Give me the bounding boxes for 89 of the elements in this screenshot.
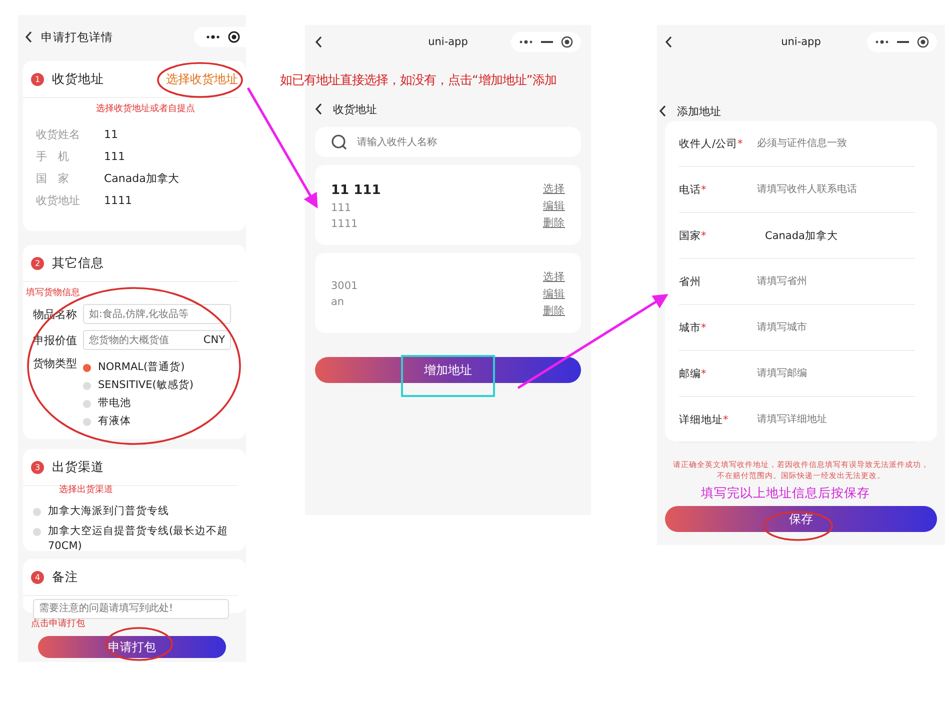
more-icon[interactable] [206,35,220,39]
field-value: 111 [104,150,125,162]
address-action-link[interactable]: 删除 [543,216,565,230]
annotation-note: 填写完以上地址信息后按保存 [701,485,871,502]
text-field[interactable]: 必须与证件信息一致 [757,138,915,149]
cargo-type-option[interactable]: 带电池 [83,396,194,411]
page-title: 添加地址 [677,104,721,118]
field-value: 1111 [104,194,132,206]
address-line: 1111 [331,218,359,230]
radio-icon[interactable] [33,528,41,536]
capsule-menu[interactable] [194,27,246,47]
search-input[interactable]: 请输入收件人名称 [357,136,565,148]
address-action-link[interactable]: 删除 [543,304,565,318]
radio-icon[interactable] [83,382,91,390]
field-label: 省州 [679,274,702,288]
step-number: 1 [31,72,44,86]
field-label: 收件人/公司* [679,136,744,150]
field-label: 收货地址 [36,192,81,208]
address-line: an [331,296,346,308]
cargo-type-option[interactable]: NORMAL(普通货) [83,360,194,375]
search-icon [331,134,347,150]
more-icon[interactable] [875,40,889,44]
address-action-link[interactable]: 选择 [543,182,565,196]
highlight-ellipse [763,511,833,541]
declared-value-input[interactable]: 您货物的大概货值 [89,334,204,346]
cargo-type-option[interactable]: SENSITIVE(敏感货) [83,378,194,393]
app-title: uni-app [428,36,468,48]
address-line: 111 [331,202,352,214]
annotation-note: 点击申请打包 [31,618,86,630]
declared-value-field[interactable]: 您货物的大概货值 CNY [83,330,231,350]
field-label: 国 家 [36,170,70,186]
save-button[interactable]: 保存 [665,506,937,532]
field-label: 手 机 [36,148,70,164]
radio-icon[interactable] [83,418,91,426]
address-action-link[interactable]: 选择 [543,270,565,284]
field-label: 国家* [679,228,708,242]
page-title: 申请打包详情 [41,30,114,44]
highlight-ellipse [105,627,173,661]
field-label: 收货姓名 [36,126,81,142]
apply-pack-button[interactable]: 申请打包 [38,636,226,658]
field-value: Canada加拿大 [104,170,179,186]
annotation-note: 填写货物信息 [26,286,81,299]
radio-icon[interactable] [83,400,91,408]
section-title: 其它信息 [52,254,104,272]
section-title: 收货地址 [52,70,104,88]
text-field[interactable]: 请填写邮编 [757,368,915,379]
address-line: 3001 [331,280,359,292]
annotation-note: 选择出货渠道 [59,484,114,496]
back-icon[interactable] [315,36,323,48]
page-title: 收货地址 [333,102,377,116]
text-field[interactable]: 请填写省州 [757,276,915,287]
add-address-button[interactable]: 增加地址 [315,357,581,383]
address-action-link[interactable]: 编辑 [543,287,565,301]
section-title: 出货渠道 [52,458,104,476]
step-number: 2 [31,256,44,270]
country-value[interactable]: Canada加拿大 [765,228,838,242]
target-icon[interactable] [561,36,573,48]
search-field[interactable]: 请输入收件人名称 [315,127,581,157]
field-value: 11 [104,128,118,140]
annotation-note: 选择收货地址或者自提点 [95,102,196,115]
back-icon[interactable] [315,103,323,115]
target-icon[interactable] [228,31,240,43]
channel-option[interactable]: 加拿大海派到门普货专线 [23,504,238,519]
radio-icon[interactable] [83,364,91,372]
annotation-note: 如已有地址直接选择，如没有，点击“增加地址”添加 [280,72,557,89]
back-icon[interactable] [665,36,673,48]
section-title: 备注 [52,568,78,586]
field-label: 电话* [679,182,708,196]
recipient-name: 11 111 [331,182,382,198]
field-label: 货物类型 [33,356,78,371]
capsule-menu[interactable] [511,32,581,52]
radio-icon[interactable] [33,508,41,516]
more-icon[interactable] [519,40,533,44]
back-icon[interactable] [659,105,667,117]
target-icon[interactable] [917,36,929,48]
field-label: 邮编* [679,366,708,380]
text-field[interactable]: 请填写收件人联系电话 [757,184,915,195]
step-number: 3 [31,460,44,474]
address-action-link[interactable]: 编辑 [543,199,565,213]
field-label: 详细地址* [679,412,730,426]
item-name-field[interactable]: 如:食品,仿牌,化妆品等 [83,304,231,324]
app-title: uni-app [781,36,821,48]
back-icon[interactable] [25,31,33,43]
cargo-type-option[interactable]: 有液体 [83,414,194,429]
step-number: 4 [31,570,44,584]
field-label: 城市* [679,320,708,334]
capsule-menu[interactable] [867,32,937,52]
remark-field[interactable]: 需要注意的问题请填写到此处! [33,598,229,618]
channel-option[interactable]: 加拿大空运自提普货专线(最长边不超70CM) [23,524,238,554]
